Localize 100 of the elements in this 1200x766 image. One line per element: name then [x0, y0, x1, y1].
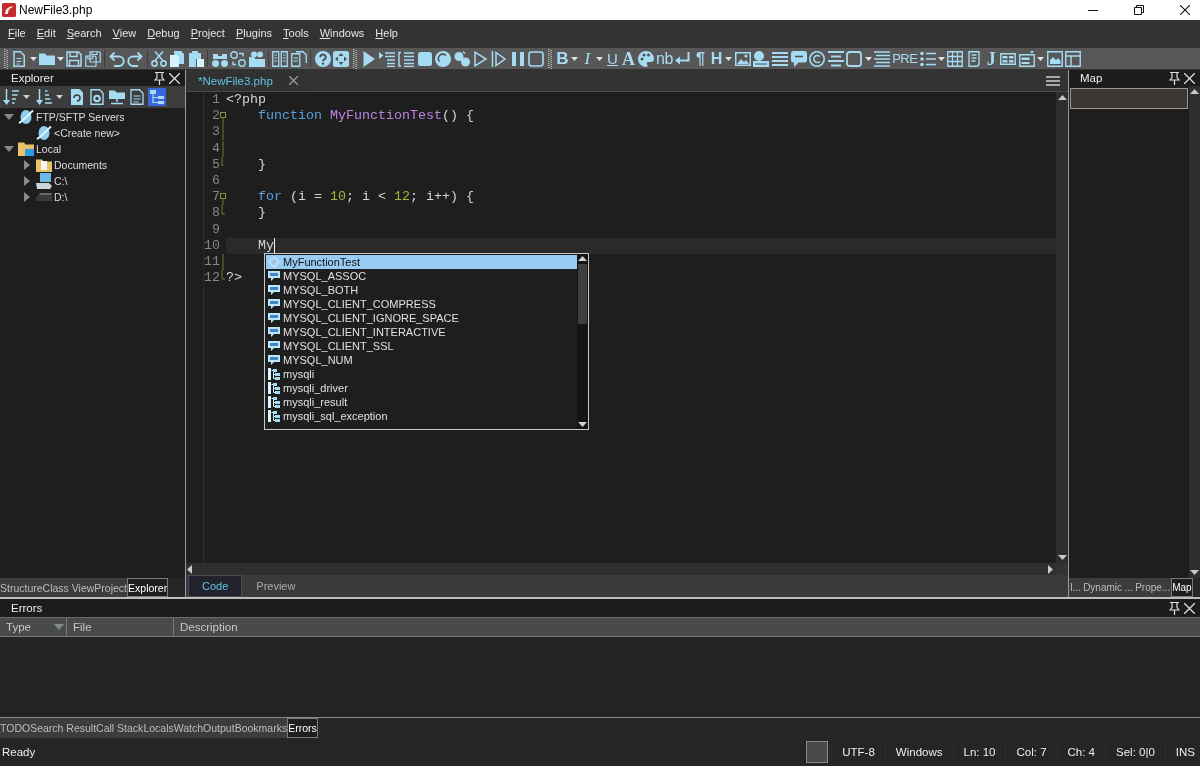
- speech-bubble-icon[interactable]: [790, 50, 807, 67]
- caret-icon[interactable]: [571, 56, 579, 61]
- column-header[interactable]: File: [67, 618, 174, 636]
- vertical-scrollbar[interactable]: [1056, 92, 1068, 563]
- tab[interactable]: Class View: [42, 578, 95, 597]
- autocomplete-item[interactable]: MYSQL_ASSOC: [266, 269, 577, 283]
- nbsp-button[interactable]: nb: [655, 48, 674, 69]
- grip-icon[interactable]: [547, 48, 552, 69]
- save-icon[interactable]: [66, 50, 83, 67]
- tree-item[interactable]: D:\: [18, 189, 185, 205]
- vertical-scrollbar[interactable]: [1189, 86, 1200, 578]
- sort-descending-icon[interactable]: [35, 88, 53, 106]
- autocomplete-item[interactable]: MYSQL_CLIENT_COMPRESS: [266, 297, 577, 311]
- align-center-icon[interactable]: [827, 50, 844, 67]
- triangle-right-icon[interactable]: [24, 192, 30, 202]
- caret-icon[interactable]: [23, 95, 30, 99]
- folder-binoculars-icon[interactable]: [248, 50, 265, 67]
- autocomplete-item[interactable]: MYSQL_CLIENT_SSL: [266, 339, 577, 353]
- horizontal-scrollbar[interactable]: [186, 563, 1056, 575]
- scroll-left-icon[interactable]: [187, 564, 192, 574]
- triangle-right-icon[interactable]: [24, 160, 30, 170]
- font-button[interactable]: A: [620, 48, 637, 69]
- tab[interactable]: TODO: [0, 718, 31, 738]
- triangle-down-icon[interactable]: [4, 114, 14, 120]
- form-select-icon[interactable]: [1019, 50, 1036, 67]
- menu-item[interactable]: File: [3, 24, 31, 41]
- layout-icon[interactable]: [1065, 50, 1082, 67]
- underline-button[interactable]: U: [604, 48, 621, 69]
- stop-icon[interactable]: [416, 50, 433, 67]
- tab[interactable]: Search Result: [30, 718, 97, 738]
- table-icon[interactable]: [947, 50, 964, 67]
- preformatted-button[interactable]: PRE: [891, 48, 919, 69]
- save-all-icon[interactable]: [85, 50, 102, 67]
- step-over-icon[interactable]: [398, 50, 414, 67]
- tab[interactable]: Prope...: [1134, 578, 1172, 597]
- image-frame-icon[interactable]: [1046, 50, 1063, 67]
- return-arrow-icon[interactable]: [675, 50, 692, 67]
- image-icon[interactable]: [734, 50, 751, 67]
- stop-outline-icon[interactable]: [528, 50, 545, 67]
- column-header[interactable]: Type: [0, 618, 67, 636]
- caret-icon[interactable]: [56, 95, 63, 99]
- script-button[interactable]: J: [983, 48, 1000, 69]
- network-folder-icon[interactable]: [108, 88, 126, 106]
- tree-item[interactable]: FTP/SFTP Servers: [0, 109, 185, 125]
- autocomplete-item[interactable]: MyFunctionTest: [266, 255, 577, 269]
- tab[interactable]: Map: [1171, 578, 1193, 597]
- tree-item[interactable]: C:\: [18, 173, 185, 189]
- menu-item[interactable]: Project: [185, 24, 230, 41]
- caret-icon[interactable]: [725, 56, 733, 61]
- refresh-document-icon[interactable]: [68, 88, 86, 106]
- tab[interactable]: Output: [203, 718, 235, 738]
- palette-icon[interactable]: [637, 50, 654, 67]
- caret-icon[interactable]: [864, 56, 872, 61]
- triangle-right-icon[interactable]: [24, 176, 30, 186]
- tab[interactable]: Code: [188, 575, 243, 597]
- tab[interactable]: Dynamic ...: [1082, 578, 1135, 597]
- play-outline-icon[interactable]: [472, 50, 489, 67]
- scrollbar-thumb[interactable]: [578, 264, 587, 324]
- menu-item[interactable]: View: [107, 24, 142, 41]
- menu-item[interactable]: Search: [61, 24, 107, 41]
- pin-icon[interactable]: [1169, 71, 1180, 85]
- caret-icon[interactable]: [596, 56, 604, 61]
- tree-item[interactable]: Local: [0, 141, 185, 157]
- scroll-up-icon[interactable]: [1057, 95, 1067, 100]
- caret-icon[interactable]: [1037, 56, 1045, 61]
- scroll-down-icon[interactable]: [578, 422, 587, 427]
- heading-button[interactable]: H: [708, 48, 725, 69]
- grip-icon[interactable]: [353, 48, 357, 69]
- autocomplete-item[interactable]: MYSQL_BOTH: [266, 283, 577, 297]
- caret-icon[interactable]: [938, 56, 945, 61]
- menu-item[interactable]: Edit: [31, 24, 61, 41]
- minimize-icon[interactable]: [1088, 9, 1098, 11]
- menu-item[interactable]: Windows: [314, 24, 370, 41]
- column-header[interactable]: Description: [174, 618, 1200, 636]
- redo-icon[interactable]: [127, 50, 144, 67]
- text-lines-icon[interactable]: [873, 50, 890, 67]
- document-icon[interactable]: [128, 88, 146, 106]
- paste-icon[interactable]: [188, 50, 205, 67]
- autocomplete-item[interactable]: mysqli: [266, 367, 577, 381]
- tab[interactable]: Explorer: [127, 578, 169, 597]
- tree-item[interactable]: <Create new>: [18, 125, 185, 141]
- scroll-down-icon[interactable]: [1057, 555, 1067, 560]
- tab[interactable]: Call Stack: [96, 718, 144, 738]
- copyright-icon[interactable]: [809, 50, 826, 67]
- menu-item[interactable]: Tools: [278, 24, 314, 41]
- tab[interactable]: Structure: [0, 578, 43, 597]
- italic-button[interactable]: I: [579, 48, 596, 69]
- tab[interactable]: Bookmarks: [234, 718, 288, 738]
- scroll-right-icon[interactable]: [1048, 564, 1053, 574]
- help-icon[interactable]: [314, 50, 331, 67]
- fullscreen-icon[interactable]: [333, 50, 350, 67]
- autocomplete-item[interactable]: mysqli_result: [266, 395, 577, 409]
- frame-icon[interactable]: [846, 50, 863, 67]
- documents-icon[interactable]: [291, 50, 307, 67]
- caret-icon[interactable]: [57, 56, 65, 61]
- scroll-down-icon[interactable]: [1190, 570, 1199, 575]
- menu-item[interactable]: Plugins: [230, 24, 278, 41]
- autocomplete-item[interactable]: MYSQL_CLIENT_INTERACTIVE: [266, 325, 577, 339]
- pause-icon[interactable]: [509, 50, 526, 67]
- pin-icon[interactable]: [1169, 601, 1180, 615]
